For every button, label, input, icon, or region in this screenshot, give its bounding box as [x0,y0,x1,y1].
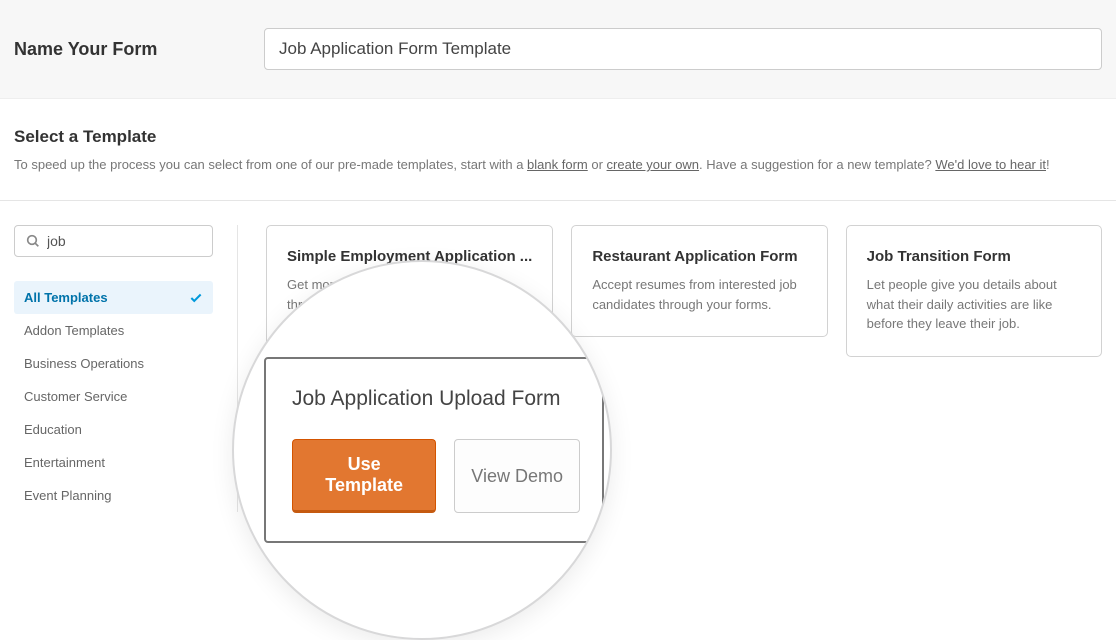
sidebar-item-education[interactable]: Education [14,413,213,446]
template-card-job-transition[interactable]: Job Transition Form Let people give you … [846,225,1102,357]
search-icon [25,233,41,249]
sidebar-item-label: Entertainment [24,455,105,470]
search-input[interactable] [47,233,202,249]
sidebar-item-label: Customer Service [24,389,127,404]
check-icon [189,291,203,305]
create-your-own-link[interactable]: create your own [607,157,700,172]
sidebar-item-label: Event Planning [24,488,111,503]
sidebar-item-label: Addon Templates [24,323,124,338]
blank-form-link[interactable]: blank form [527,157,588,172]
sidebar-item-addon-templates[interactable]: Addon Templates [14,314,213,347]
sidebar-item-entertainment[interactable]: Entertainment [14,446,213,479]
sidebar-item-label: All Templates [24,290,108,305]
sidebar-item-all-templates[interactable]: All Templates [14,281,213,314]
sidebar-item-customer-service[interactable]: Customer Service [14,380,213,413]
select-template-title: Select a Template [14,127,1102,147]
magnifier-content: Job Application Upload Form Use Template… [234,357,610,543]
template-description: Let people give you details about what t… [867,275,1081,334]
use-template-button[interactable]: Use Template [292,439,436,513]
desc-text: To speed up the process you can select f… [14,157,527,172]
magnified-button-row: Use Template View Demo [292,439,580,513]
magnified-template-card: Job Application Upload Form Use Template… [264,357,604,543]
sidebar-item-label: Education [24,422,82,437]
search-box[interactable] [14,225,213,257]
desc-text: or [588,157,607,172]
sidebar-item-event-planning[interactable]: Event Planning [14,479,213,512]
name-form-section: Name Your Form [0,0,1116,99]
template-title: Restaurant Application Form [592,248,806,265]
form-name-input[interactable] [264,28,1102,70]
magnifier-overlay: Job Application Upload Form Use Template… [232,260,612,640]
magnified-template-title: Job Application Upload Form [292,387,580,411]
category-list: All Templates Addon Templates Business O… [14,281,213,512]
feedback-link[interactable]: We'd love to hear it [935,157,1046,172]
template-description: Accept resumes from interested job candi… [592,275,806,314]
select-template-description: To speed up the process you can select f… [14,157,1102,172]
desc-text: . Have a suggestion for a new template? [699,157,935,172]
desc-text: ! [1046,157,1050,172]
sidebar-item-business-operations[interactable]: Business Operations [14,347,213,380]
name-form-label: Name Your Form [14,39,264,60]
template-title: Job Transition Form [867,248,1081,265]
select-template-section: Select a Template To speed up the proces… [0,99,1116,172]
sidebar: All Templates Addon Templates Business O… [14,225,238,512]
view-demo-button[interactable]: View Demo [454,439,580,513]
template-card-restaurant-application[interactable]: Restaurant Application Form Accept resum… [571,225,827,337]
sidebar-item-label: Business Operations [24,356,144,371]
